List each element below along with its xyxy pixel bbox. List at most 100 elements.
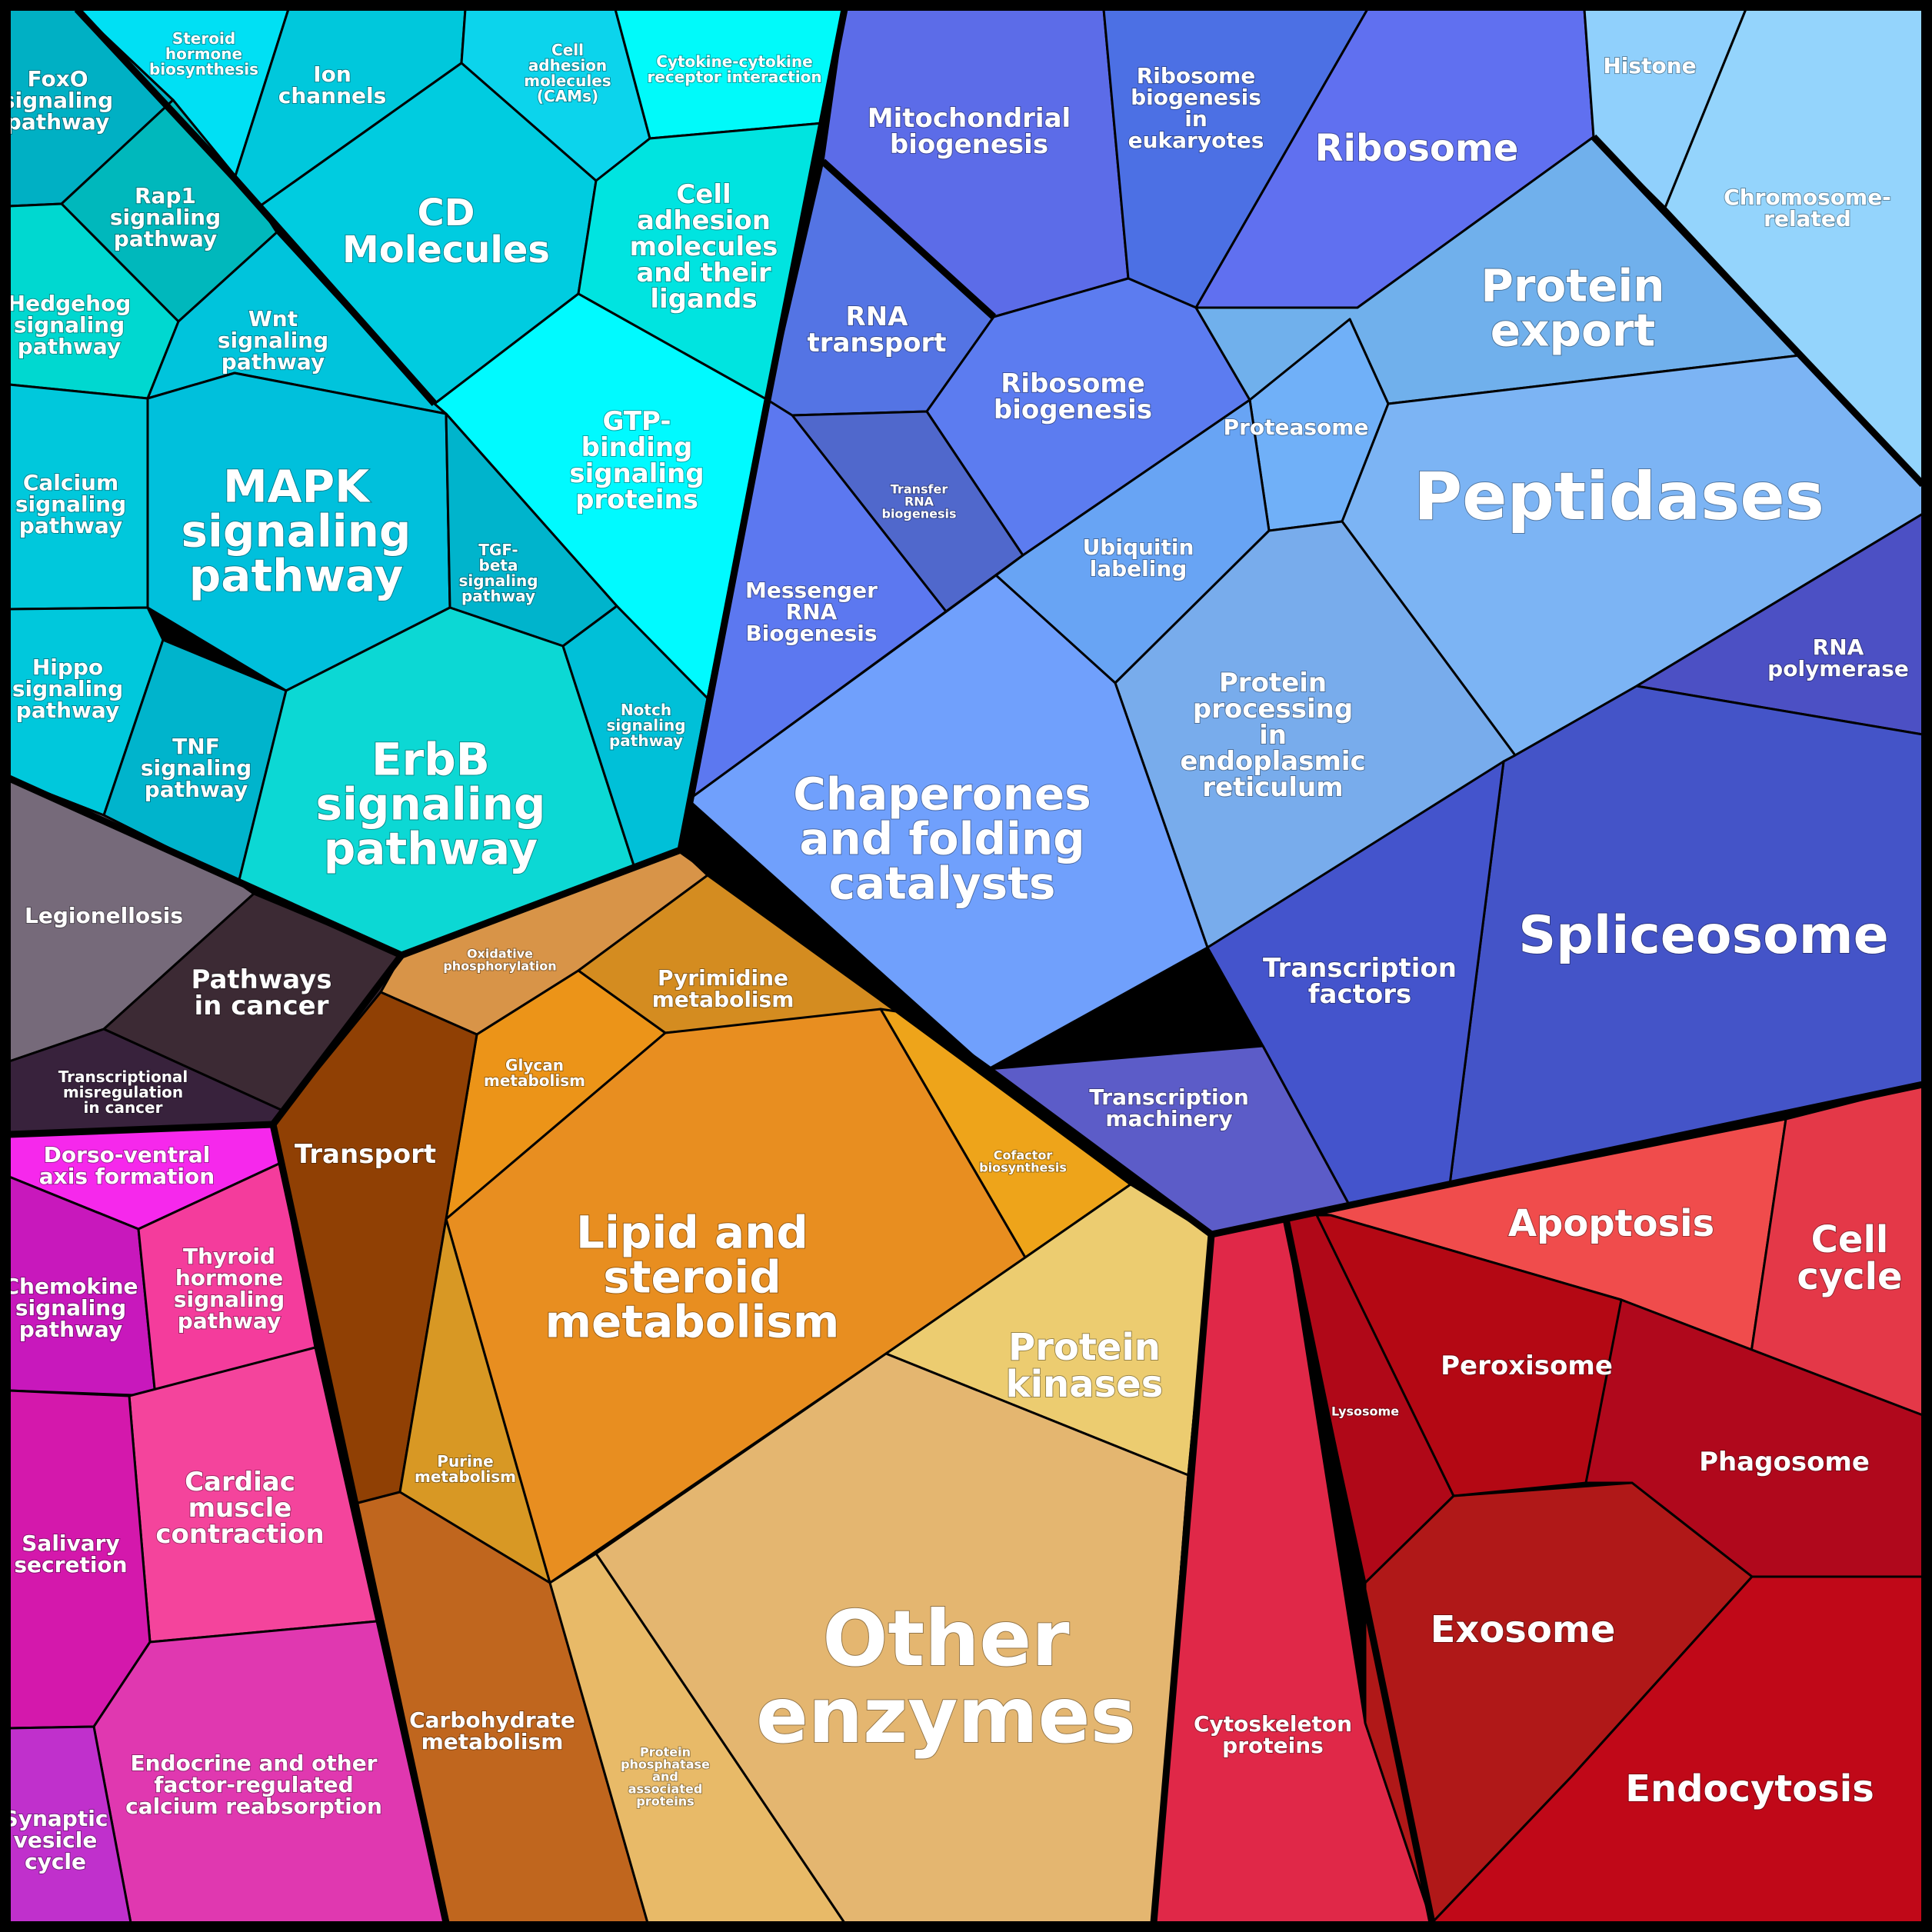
label-line: Lysosome (1331, 1404, 1399, 1419)
label-line: biogenesis (881, 507, 956, 521)
label-line: cycle (25, 1849, 86, 1874)
label-mito: Mitochondrial biogenesis (868, 103, 1071, 160)
label-line: export (1491, 304, 1655, 356)
label-line: in cancer (195, 991, 329, 1021)
label-line: phosphorylation (443, 959, 556, 974)
label-line: biogenesis (890, 129, 1048, 160)
label-line: pathway (16, 698, 119, 723)
label-salivary: Salivary secretion (14, 1531, 127, 1577)
label-phagosome: Phagosome (1699, 1447, 1870, 1477)
label-line: in cancer (84, 1098, 163, 1117)
label-line: Proteasome (1224, 415, 1369, 440)
label-spliceosome: Spliceosome (1518, 905, 1889, 966)
voronoi-treemap: FoxO signaling pathwaySteroid hormone biosyn… (0, 0, 1932, 1932)
label-line: metabolism (421, 1729, 564, 1754)
label-line: pathway (18, 334, 121, 359)
label-protkin: Protein kinases (1006, 1326, 1164, 1406)
label-line: Molecules (342, 228, 550, 271)
label-line: Exosome (1431, 1608, 1616, 1651)
label-line: labeling (1090, 556, 1188, 581)
label-line: proteins (1222, 1733, 1324, 1758)
label-line: Legionellosis (25, 903, 183, 928)
label-cytokine: Cytokine-cytokine receptor interaction (647, 52, 821, 86)
label-endocrine: Endocrine and other factor-regulated calci… (125, 1750, 382, 1819)
label-dorso: Dorso-ventral axis formation (39, 1142, 215, 1189)
label-line: kinases (1006, 1363, 1164, 1406)
label-line: Endocytosis (1625, 1767, 1874, 1810)
label-line: factors (1308, 979, 1412, 1010)
label-line: Apoptosis (1508, 1202, 1714, 1245)
label-line: pathway (609, 731, 683, 750)
label-line: cycle (1797, 1255, 1902, 1298)
label-line: biosynthesis (149, 60, 258, 78)
label-line: Histone (1603, 53, 1696, 78)
label-line: biosynthesis (979, 1161, 1067, 1175)
label-exosome: Exosome (1431, 1608, 1616, 1651)
label-chemokine: Chemokine signaling pathway (3, 1274, 138, 1342)
label-apoptosis: Apoptosis (1508, 1202, 1714, 1245)
label-line: Biogenesis (745, 621, 877, 646)
label-line: eukaryotes (1128, 128, 1264, 153)
label-line: catalysts (829, 857, 1056, 909)
label-line: pathway (178, 1308, 281, 1334)
label-line: Phagosome (1699, 1447, 1870, 1477)
label-line: metabolism (545, 1295, 840, 1347)
label-pathcancer: Pathways in cancer (191, 964, 331, 1021)
label-line: transport (807, 328, 946, 358)
label-peroxisome: Peroxisome (1441, 1351, 1613, 1381)
label-line: pathway (222, 349, 325, 375)
label-line: pathway (19, 1317, 122, 1342)
label-line: secretion (14, 1552, 127, 1577)
label-line: Peptidases (1414, 458, 1824, 535)
label-line: pathway (324, 822, 538, 874)
label-ribosome: Ribosome (1315, 127, 1519, 170)
label-legion: Legionellosis (25, 903, 183, 928)
label-line: machinery (1105, 1106, 1232, 1131)
label-line: axis formation (39, 1164, 215, 1189)
label-line: pathway (189, 549, 403, 601)
label-line: ligands (650, 284, 757, 315)
label-hedgehog: Hedgehog signaling pathway (8, 291, 132, 359)
label-cellcycle: Cell cycle (1797, 1218, 1902, 1298)
label-tmach: Transcription machinery (1089, 1084, 1249, 1131)
label-line: reticulum (1202, 772, 1343, 803)
label-line: proteins (575, 485, 698, 515)
label-endocytosis: Endocytosis (1625, 1767, 1874, 1810)
label-thyroid: Thyroid hormone signaling pathway (174, 1244, 285, 1334)
label-carb: Carbohydrate metabolism (409, 1707, 575, 1754)
label-line: (CAMs) (537, 87, 598, 105)
label-line: pathway (145, 777, 248, 802)
label-pyrimidine: Pyrimidine metabolism (652, 965, 794, 1012)
label-protexport: Protein export (1481, 259, 1664, 356)
label-line: pathway (6, 109, 109, 135)
label-line: biogenesis (994, 395, 1152, 425)
label-line: pathway (461, 587, 535, 605)
label-line: enzymes (756, 1671, 1136, 1760)
label-line: pathway (19, 513, 122, 538)
label-line: calcium reabsorption (125, 1794, 382, 1819)
label-proteasome: Proteasome (1224, 415, 1369, 440)
label-line: receptor interaction (647, 68, 821, 86)
label-line: Transport (295, 1139, 436, 1170)
label-line: Spliceosome (1518, 905, 1889, 966)
label-line: Peroxisome (1441, 1351, 1613, 1381)
label-peptidases: Peptidases (1414, 458, 1824, 535)
label-transport: Transport (295, 1139, 436, 1170)
label-line: contraction (155, 1519, 324, 1550)
label-lysosome: Lysosome (1331, 1404, 1399, 1419)
label-line: metabolism (484, 1071, 585, 1090)
label-line: metabolism (652, 987, 794, 1012)
label-line: channels (278, 83, 387, 108)
label-ribbio: Ribosome biogenesis (994, 368, 1152, 425)
label-ubiquitin: Ubiquitin labeling (1083, 535, 1194, 581)
label-line: metabolism (415, 1467, 516, 1486)
label-line: pathway (114, 226, 217, 251)
label-line: Ribosome (1315, 127, 1519, 170)
label-chaperones: Chaperones and folding catalysts (793, 768, 1091, 909)
label-line: polymerase (1767, 656, 1909, 681)
label-line: related (1764, 206, 1851, 232)
label-calcium: Calcium signaling pathway (15, 470, 126, 538)
label-line: proteins (636, 1794, 694, 1809)
label-ribeuk: Ribosome biogenesis in eukaryotes (1128, 63, 1264, 153)
label-histone: Histone (1603, 53, 1696, 78)
